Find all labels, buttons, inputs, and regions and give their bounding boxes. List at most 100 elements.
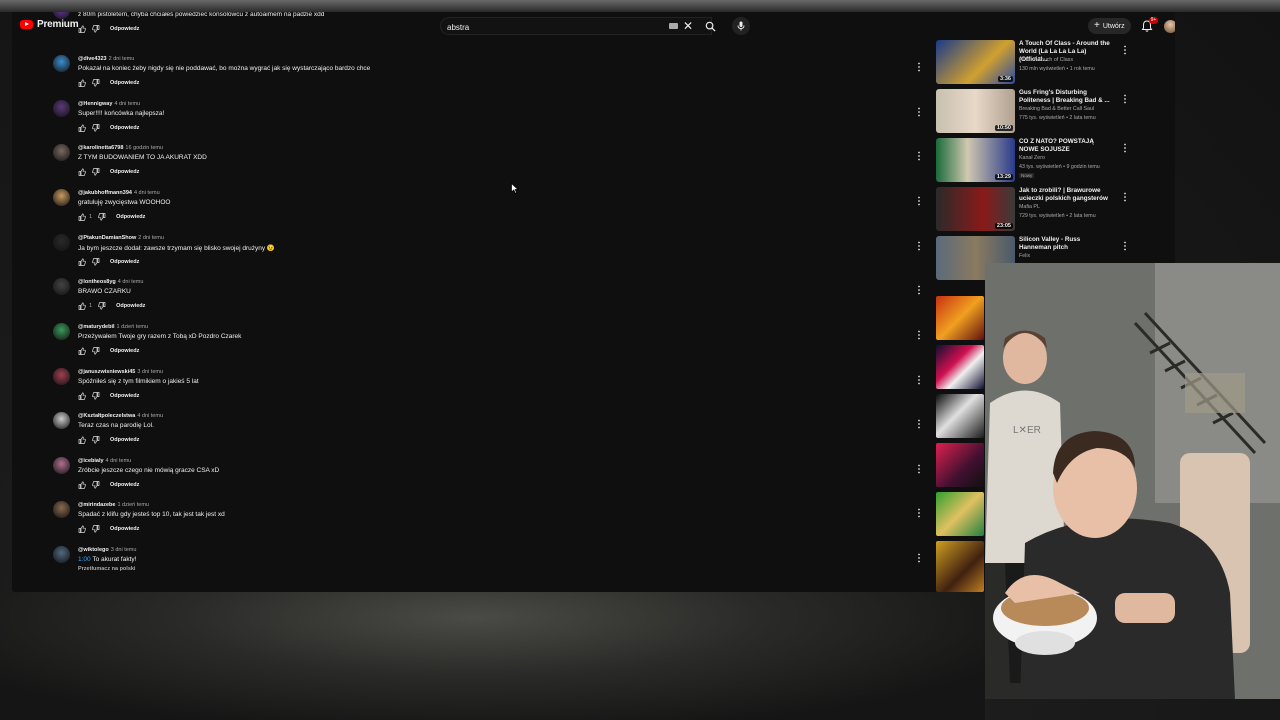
create-button[interactable]: + Utwórz <box>1088 18 1131 34</box>
comment-author[interactable]: @lontheos8yg <box>78 279 116 285</box>
comment-author-avatar[interactable] <box>53 368 70 385</box>
channel-name[interactable]: Breaking Bad & Better Call Saul <box>1019 106 1094 112</box>
comment-video-timestamp[interactable]: 1:00 <box>78 556 91 563</box>
comment-menu-icon[interactable] <box>916 416 922 429</box>
like-icon[interactable] <box>78 124 86 132</box>
dislike-icon[interactable] <box>98 213 106 221</box>
comment-author-avatar[interactable] <box>53 546 70 563</box>
recommended-video[interactable]: 13:29 CO Z NATO? POWSTAJĄ NOWE SOJUSZE Kan… <box>936 138 1161 183</box>
comment-author-avatar[interactable] <box>53 457 70 474</box>
comment-time[interactable]: 1 dzień temu <box>117 324 149 330</box>
comment-time[interactable]: 2 dni temu <box>109 56 135 62</box>
comment-author-avatar[interactable] <box>53 189 70 206</box>
comment-author[interactable]: @PtakunDamianShow <box>78 235 136 241</box>
dislike-icon[interactable] <box>92 481 100 489</box>
comment-author[interactable]: @mirindazebe <box>78 502 115 508</box>
reply-button[interactable]: Odpowiedz <box>116 214 145 220</box>
comment-menu-icon[interactable] <box>916 104 922 117</box>
comment-author[interactable]: @Hennigway <box>78 101 112 107</box>
like-icon[interactable] <box>78 258 86 266</box>
video-thumbnail[interactable] <box>936 443 984 487</box>
comment-time[interactable]: 4 dni temu <box>137 413 163 419</box>
dislike-icon[interactable] <box>92 525 100 533</box>
like-icon[interactable] <box>78 525 86 533</box>
video-thumbnail[interactable]: 13:29 <box>936 138 1015 182</box>
comment-author[interactable]: @karolinetta6798 <box>78 145 123 151</box>
reply-button[interactable]: Odpowiedz <box>110 26 139 32</box>
video-menu-icon[interactable] <box>1122 91 1127 104</box>
video-menu-icon[interactable] <box>1122 189 1127 202</box>
comment-menu-icon[interactable] <box>916 238 922 251</box>
comment-author[interactable]: @icebialy <box>78 458 104 464</box>
recommended-video[interactable]: 23:05 Jak to zrobili? | Brawurowe ucieczk… <box>936 187 1161 232</box>
dislike-icon[interactable] <box>98 302 106 310</box>
translate-link[interactable]: Przetłumacz na polski <box>78 566 135 572</box>
comment-author-avatar[interactable] <box>53 234 70 251</box>
comment-menu-icon[interactable] <box>916 282 922 295</box>
comment-time[interactable]: 4 dni temu <box>114 101 140 107</box>
video-menu-icon[interactable] <box>1122 238 1127 251</box>
dislike-icon[interactable] <box>92 258 100 266</box>
dislike-icon[interactable] <box>92 347 100 355</box>
reply-button[interactable]: Odpowiedz <box>110 80 139 86</box>
like-icon[interactable] <box>78 481 86 489</box>
channel-name[interactable]: Kanał Zero <box>1019 155 1045 161</box>
comment-author[interactable]: @januszwisniewski45 <box>78 369 135 375</box>
comment-time[interactable]: 3 dni temu <box>137 369 163 375</box>
like-icon[interactable] <box>78 79 86 87</box>
dislike-icon[interactable] <box>92 124 100 132</box>
like-icon[interactable] <box>78 213 86 221</box>
video-thumbnail[interactable] <box>936 541 984 592</box>
comment-menu-icon[interactable] <box>916 327 922 340</box>
comment-author[interactable]: @Kształtpoleczelstwa <box>78 413 135 419</box>
channel-name[interactable]: Mafia PL <box>1019 204 1040 210</box>
reply-button[interactable]: Odpowiedz <box>110 169 139 175</box>
video-title[interactable]: Silicon Valley - Russ Hanneman pitch <box>1019 236 1114 252</box>
comment-author[interactable]: @maturydebil <box>78 324 115 330</box>
comment-time[interactable]: 16 godzin temu <box>125 145 163 151</box>
recommended-video[interactable]: 3:36 A Touch Of Class - Around the World … <box>936 40 1161 85</box>
video-thumbnail[interactable]: 23:05 <box>936 187 1015 231</box>
dislike-icon[interactable] <box>92 168 100 176</box>
video-title[interactable]: CO Z NATO? POWSTAJĄ NOWE SOJUSZE <box>1019 138 1114 154</box>
comment-time[interactable]: 4 dni temu <box>118 279 144 285</box>
comment-time[interactable]: 4 dni temu <box>106 458 132 464</box>
recommended-video[interactable]: 10:50 Gus Fring's Disturbing Politeness |… <box>936 89 1161 134</box>
comment-author-avatar[interactable] <box>53 12 70 19</box>
comment-author-avatar[interactable] <box>53 501 70 518</box>
reply-button[interactable]: Odpowiedz <box>110 437 139 443</box>
comment-author-avatar[interactable] <box>53 55 70 72</box>
dislike-icon[interactable] <box>92 392 100 400</box>
video-title[interactable]: Gus Fring's Disturbing Politeness | Brea… <box>1019 89 1114 105</box>
comment-time[interactable]: 1 dzień temu <box>117 502 149 508</box>
video-title[interactable]: Jak to zrobili? | Brawurowe ucieczki pol… <box>1019 187 1114 203</box>
comment-author[interactable]: @dive4323 <box>78 56 107 62</box>
reply-button[interactable]: Odpowiedz <box>110 526 139 532</box>
comment-menu-icon[interactable] <box>916 193 922 206</box>
comment-author-avatar[interactable] <box>53 323 70 340</box>
comment-time[interactable]: 3 dni temu <box>111 547 137 553</box>
reply-button[interactable]: Odpowiedz <box>116 303 145 309</box>
video-thumbnail[interactable]: 10:50 <box>936 89 1015 133</box>
account-avatar[interactable] <box>1164 20 1175 33</box>
comment-author[interactable]: @wiktolego <box>78 547 109 553</box>
comment-menu-icon[interactable] <box>916 505 922 518</box>
reply-button[interactable]: Odpowiedz <box>110 393 139 399</box>
like-icon[interactable] <box>78 436 86 444</box>
dislike-icon[interactable] <box>92 79 100 87</box>
comment-author[interactable]: @jakubhoffmann394 <box>78 190 132 196</box>
channel-name[interactable]: Felix <box>1019 253 1030 259</box>
video-menu-icon[interactable] <box>1122 140 1127 153</box>
comment-menu-icon[interactable] <box>916 461 922 474</box>
comment-menu-icon[interactable] <box>916 59 922 72</box>
like-icon[interactable] <box>78 168 86 176</box>
dislike-icon[interactable] <box>92 25 100 33</box>
like-icon[interactable] <box>78 392 86 400</box>
video-thumbnail[interactable]: 3:36 <box>936 40 1015 84</box>
channel-name[interactable]: ATC - A Touch of Class <box>1019 57 1073 63</box>
video-thumbnail[interactable] <box>936 296 984 340</box>
video-thumbnail[interactable] <box>936 492 984 536</box>
comment-author-avatar[interactable] <box>53 100 70 117</box>
comment-menu-icon[interactable] <box>916 372 922 385</box>
reply-button[interactable]: Odpowiedz <box>110 482 139 488</box>
